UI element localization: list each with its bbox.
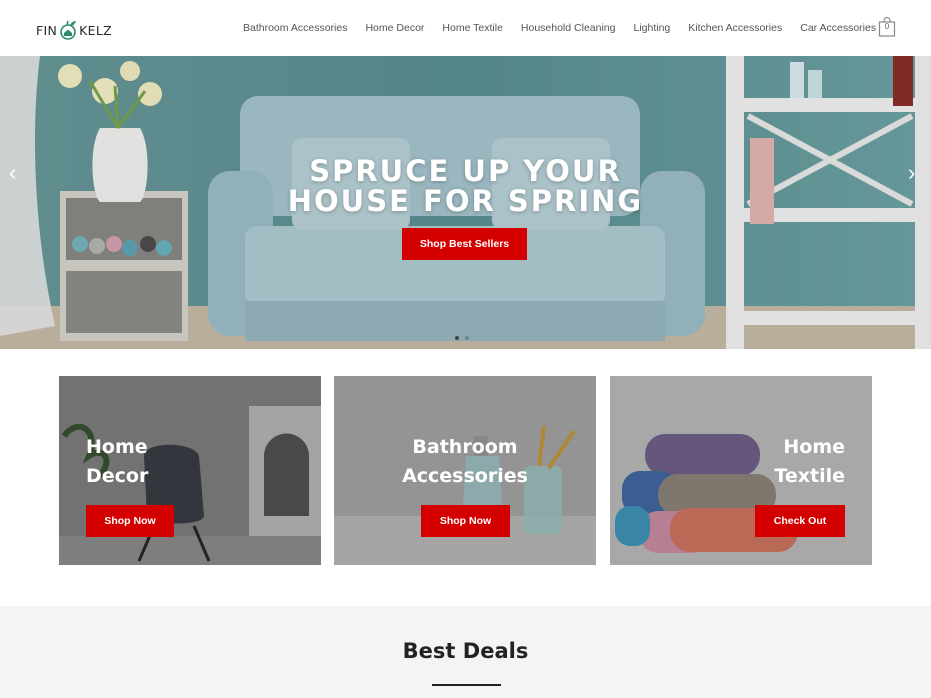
slider-dot-1[interactable] [455, 336, 459, 340]
nav-item-car-accessories[interactable]: Car Accessories [800, 22, 876, 34]
brand-logo[interactable]: FIN KELZ [36, 14, 116, 46]
main-nav: Bathroom Accessories Home Decor Home Tex… [243, 0, 876, 56]
category-title-home-textile: Home Textile [610, 433, 845, 491]
leaf-house-icon [60, 20, 77, 40]
category-card-bathroom-accessories[interactable]: Bathroom Accessories Shop Now [334, 376, 596, 565]
logo-text-right: KELZ [79, 22, 112, 38]
cart-count: 0 [884, 22, 890, 31]
nav-item-home-textile[interactable]: Home Textile [442, 22, 503, 34]
hero-title-line-1: SPRUCE UP YOUR [309, 154, 622, 188]
logo-text-left: FIN [36, 22, 58, 38]
best-deals-title: Best Deals [402, 639, 529, 663]
hero-slider: ‹ › SPRUCE UP YOUR HOUSE FOR SPRING Shop… [0, 56, 931, 349]
cart-button[interactable]: 0 [878, 16, 896, 37]
site-header: FIN KELZ Bathroom Accessories Home Decor… [0, 0, 931, 56]
nav-item-bathroom-accessories[interactable]: Bathroom Accessories [243, 22, 347, 34]
category-title-line-1: Home [783, 436, 845, 458]
home-textile-check-out-button[interactable]: Check Out [755, 505, 845, 537]
category-title-line-2: Textile [774, 465, 845, 487]
category-title-home-decor: Home Decor [86, 433, 148, 491]
nav-item-household-cleaning[interactable]: Household Cleaning [521, 22, 616, 34]
best-deals-section: Best Deals [0, 606, 931, 698]
nav-item-lighting[interactable]: Lighting [633, 22, 670, 34]
slider-dot-2[interactable] [465, 336, 469, 340]
category-title-line-2: Decor [86, 465, 149, 487]
category-card-home-textile[interactable]: Home Textile Check Out [610, 376, 872, 565]
category-title-line-1: Home [86, 436, 148, 458]
hero-title: SPRUCE UP YOUR HOUSE FOR SPRING [0, 156, 931, 216]
shop-best-sellers-button[interactable]: Shop Best Sellers [402, 228, 527, 260]
nav-item-kitchen-accessories[interactable]: Kitchen Accessories [688, 22, 782, 34]
nav-item-home-decor[interactable]: Home Decor [365, 22, 424, 34]
hero-title-line-2: HOUSE FOR SPRING [287, 184, 644, 218]
slider-dots [455, 336, 469, 340]
category-card-home-decor[interactable]: Home Decor Shop Now [59, 376, 321, 565]
category-title-line-2: Accessories [402, 465, 528, 487]
category-title-bathroom-accessories: Bathroom Accessories [334, 433, 596, 491]
home-decor-shop-now-button[interactable]: Shop Now [86, 505, 174, 537]
bathroom-shop-now-button[interactable]: Shop Now [421, 505, 510, 537]
best-deals-divider [432, 684, 501, 686]
category-title-line-1: Bathroom [412, 436, 518, 458]
